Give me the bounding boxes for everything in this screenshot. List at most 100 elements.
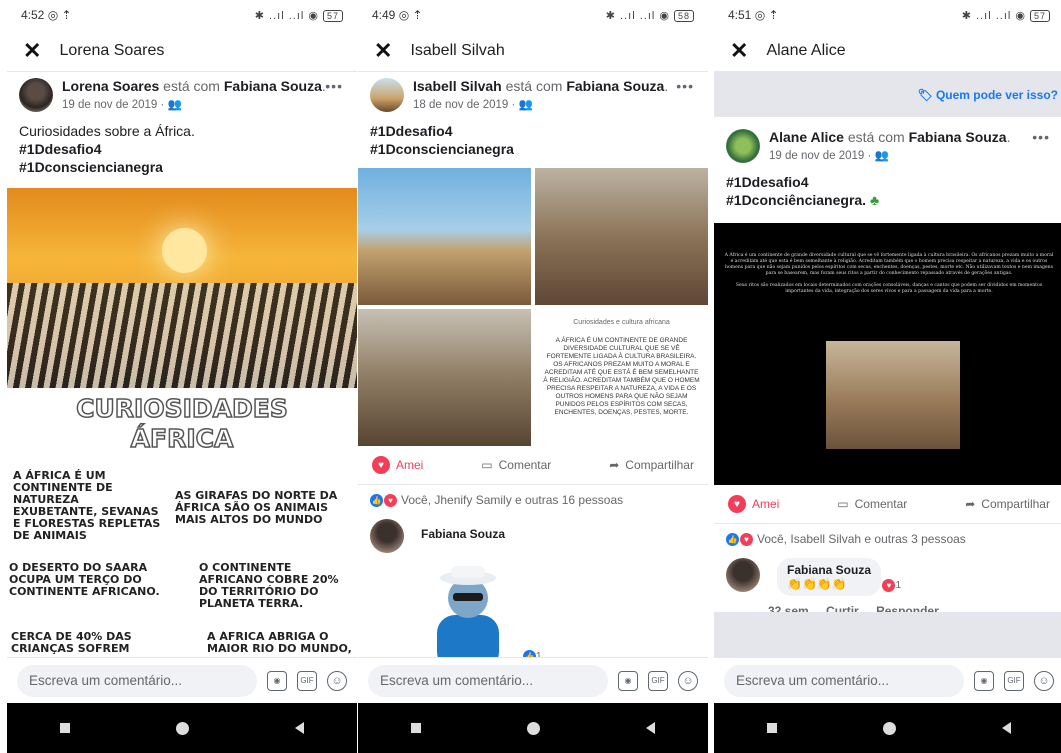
home-icon[interactable] — [176, 721, 189, 735]
author-name[interactable]: Lorena Soares — [62, 78, 159, 94]
gif-icon[interactable]: GIF — [1004, 670, 1024, 691]
post-author-line: Lorena Soares está com Fabiana Souza. — [62, 78, 326, 94]
avatar[interactable] — [370, 519, 404, 553]
tagged-name[interactable]: Fabiana Souza — [224, 78, 322, 94]
comment-composer: Escreva um comentário... ◉ GIF ☺ — [358, 657, 708, 703]
status-time: 4:49 — [372, 8, 396, 22]
avatar[interactable] — [726, 129, 760, 163]
back-icon[interactable] — [646, 722, 655, 734]
tagged-name[interactable]: Fabiana Souza — [909, 129, 1007, 145]
comment-bubble: Fabiana Souza 👏👏👏👏 — [777, 558, 882, 596]
footer-band — [714, 612, 1061, 657]
emoji-icon[interactable]: ☺ — [1034, 670, 1054, 691]
photo-grid: Curiosidades e cultura africana A ÁFRICA… — [358, 168, 708, 446]
more-options-icon[interactable]: ••• — [325, 78, 343, 94]
back-icon[interactable] — [295, 722, 304, 734]
text-card-image[interactable]: Curiosidades e cultura africana A ÁFRICA… — [535, 309, 708, 446]
dance-photo[interactable] — [358, 309, 531, 446]
tagged-name[interactable]: Fabiana Souza — [566, 78, 664, 94]
comment-emojis: 👏👏👏👏 — [787, 577, 847, 591]
emoji-icon[interactable]: ☺ — [678, 670, 698, 691]
reactions-summary[interactable]: 👍 ♥ Você, Jhenify Samily e outras 16 pess… — [358, 485, 708, 515]
comment-composer: Escreva um comentário... ◉ GIF ☺ — [714, 657, 1061, 703]
like-reaction-icon: 👍 — [726, 532, 739, 546]
comment-icon: ▭ — [837, 497, 849, 511]
hashtag-link[interactable]: #1Dconsciencianegra — [370, 140, 696, 158]
status-icons: ✱ ..ıl ..ıl ◉ 58 — [606, 9, 694, 22]
share-icon: ➦ — [609, 458, 620, 472]
capoeira-photo[interactable] — [358, 168, 531, 305]
share-button[interactable]: ➦ Compartilhar — [965, 495, 1050, 513]
comment-input[interactable]: Escreva um comentário... — [17, 664, 257, 697]
love-reaction-icon: ♥ — [740, 532, 753, 546]
recent-apps-icon[interactable] — [767, 723, 777, 733]
camera-icon[interactable]: ◉ — [267, 670, 287, 691]
hashtag-link[interactable]: #1Ddesafio4 — [370, 122, 696, 140]
home-icon[interactable] — [527, 721, 540, 735]
post-text: #1Ddesafio4 #1Dconciêncianegra. ♣ — [714, 165, 1061, 215]
header-title: Isabell Silvah — [410, 41, 505, 59]
audience-link[interactable]: 🏷 Quem pode ver isso? — [917, 88, 1058, 102]
commenter-name[interactable]: Fabiana Souza — [421, 527, 505, 541]
back-icon[interactable] — [1002, 722, 1011, 734]
post-text: #1Ddesafio4 #1Dconsciencianegra — [358, 114, 708, 164]
comment-input[interactable]: Escreva um comentário... — [724, 664, 964, 697]
post-header: ✕ Isabell Silvah — [358, 30, 708, 72]
love-button[interactable]: ♥ Amei — [728, 495, 779, 513]
camera-icon[interactable]: ◉ — [618, 670, 638, 691]
comment-item: Fabiana Souza — [358, 515, 708, 557]
poster-fact: A ÁFRICA ABRIGA O MAIOR RIO DO MUNDO, RI… — [207, 631, 352, 655]
reactions-summary[interactable]: 👍 ♥ Você, Isabell Silvah e outras 3 pesso… — [714, 524, 1061, 554]
phone-screen-isabell: 4:49 ◎ ⇡ ✱ ..ıl ..ıl ◉ 58 ✕ Isabell Silva… — [358, 0, 708, 753]
share-button[interactable]: ➦ Compartilhar — [609, 456, 694, 474]
camera-icon[interactable]: ◉ — [974, 670, 994, 691]
close-icon[interactable]: ✕ — [23, 38, 41, 64]
battery-icon: 57 — [1029, 9, 1050, 22]
home-icon[interactable] — [883, 721, 896, 735]
more-options-icon[interactable]: ••• — [676, 78, 694, 94]
sticker-image[interactable] — [423, 560, 513, 670]
poster-title: CURIOSIDADES ÁFRICA — [75, 393, 288, 454]
recent-apps-icon[interactable] — [60, 723, 70, 733]
hashtag-link[interactable]: #1Ddesafio4 — [726, 173, 1052, 191]
image-paragraph: A África é um continente de grande diver… — [724, 253, 1054, 276]
post-image[interactable]: A África é um continente de grande diver… — [714, 223, 1061, 485]
hashtag-link[interactable]: #1Dconciêncianegra. — [726, 192, 866, 208]
comment-item: Fabiana Souza 👏👏👏👏 ♥ 1 — [714, 554, 1061, 600]
post-image[interactable]: CURIOSIDADES ÁFRICA A ÁFRICA É UM CONTIN… — [7, 188, 357, 668]
commenter-name[interactable]: Fabiana Souza — [787, 563, 871, 577]
post-text: Curiosidades sobre a África. #1Ddesafio4… — [7, 114, 357, 182]
love-button[interactable]: ♥ Amei — [372, 456, 423, 474]
close-icon[interactable]: ✕ — [730, 38, 748, 64]
group-photo[interactable] — [535, 168, 708, 305]
gif-icon[interactable]: GIF — [297, 670, 317, 691]
comment-icon: ▭ — [481, 458, 493, 472]
zebra-herd-shape — [7, 283, 357, 388]
gif-icon[interactable]: GIF — [648, 670, 668, 691]
poster-fact: CERCA DE 40% DAS CRIANÇAS SOFREM COM TRA… — [11, 631, 132, 655]
comment-reaction[interactable]: ♥ 1 — [882, 579, 901, 592]
post-header: ✕ Lorena Soares — [7, 30, 357, 72]
emoji-icon[interactable]: ☺ — [327, 670, 347, 691]
battery-icon: 58 — [673, 9, 694, 22]
savanna-zebras-photo — [7, 188, 357, 388]
close-icon[interactable]: ✕ — [374, 38, 392, 64]
hashtag-link[interactable]: #1Ddesafio4 — [19, 140, 345, 158]
avatar[interactable] — [726, 558, 760, 592]
avatar[interactable] — [370, 78, 404, 112]
avatar[interactable] — [19, 78, 53, 112]
more-options-icon[interactable]: ••• — [1032, 129, 1050, 145]
friends-icon: 👥 — [518, 99, 533, 111]
status-time: 4:52 — [21, 8, 45, 22]
comment-button[interactable]: ▭ Comentar — [481, 456, 551, 474]
hashtag-link[interactable]: #1Dconsciencianegra — [19, 158, 345, 176]
recent-apps-icon[interactable] — [411, 723, 421, 733]
post-actions: ♥ Amei ▭ Comentar ➦ Compartilhar — [358, 446, 708, 485]
heart-icon: ♥ — [372, 456, 390, 474]
comment-button[interactable]: ▭ Comentar — [837, 495, 907, 513]
author-name[interactable]: Alane Alice — [769, 129, 844, 145]
author-name[interactable]: Isabell Silvah — [413, 78, 502, 94]
status-icons: ✱ ..ıl ..ıl ◉ 57 — [255, 9, 343, 22]
comment-input[interactable]: Escreva um comentário... — [368, 664, 608, 697]
post-author-row: Isabell Silvah está com Fabiana Souza. 1… — [358, 72, 708, 114]
